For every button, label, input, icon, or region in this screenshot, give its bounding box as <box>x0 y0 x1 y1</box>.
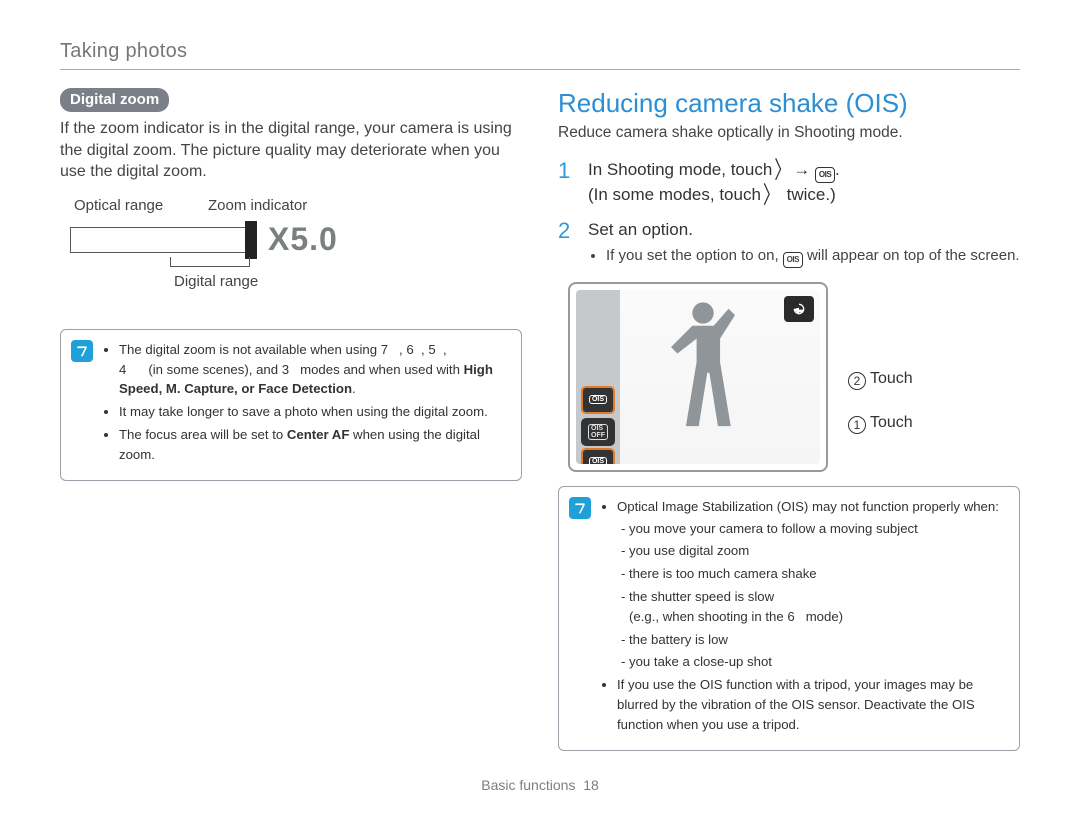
label-zoom-indicator: Zoom indicator <box>208 197 307 214</box>
step-num-1: 1 <box>558 158 576 208</box>
zoom-indicator-mark <box>245 221 257 259</box>
ois-icon-inline: OIS <box>783 252 803 268</box>
digital-zoom-pill: Digital zoom <box>60 88 169 112</box>
touch-label-1: 1Touch <box>848 414 913 434</box>
back-button[interactable] <box>784 296 814 322</box>
ois-off-option-mid[interactable]: OISOFF <box>581 418 615 446</box>
digital-range-bracket <box>170 257 250 267</box>
camera-screen: OIS OISOFF OIS <box>568 282 828 472</box>
page-footer: Basic functions 18 <box>0 777 1080 793</box>
digital-zoom-note: The digital zoom is not available when u… <box>60 329 522 481</box>
ois-on-option[interactable]: OIS <box>581 386 615 414</box>
label-digital-range: Digital range <box>174 273 258 290</box>
digital-zoom-intro: If the zoom indicator is in the digital … <box>60 118 522 183</box>
right-column: Reducing camera shake (OIS) Reduce camer… <box>558 88 1020 751</box>
ois-note: Optical Image Stabilization (OIS) may no… <box>558 486 1020 751</box>
note-item-1: The digital zoom is not available when u… <box>119 340 509 399</box>
ois-title: Reducing camera shake (OIS) <box>558 88 1020 119</box>
ois-note-tripod: If you use the OIS function with a tripo… <box>617 675 1007 734</box>
zoom-x5-label: X5.0 <box>268 221 338 258</box>
ois-intro: Reduce camera shake optically in Shootin… <box>558 123 1020 144</box>
step-2-sub: If you set the option to on, OIS will ap… <box>606 247 1020 268</box>
person-silhouette <box>648 294 758 454</box>
note-item-3: The focus area will be set to Center AF … <box>119 425 509 465</box>
ois-note-heading: Optical Image Stabilization (OIS) may no… <box>617 497 1007 672</box>
label-optical-range: Optical range <box>74 197 163 214</box>
ois-icon: OIS <box>815 167 835 183</box>
page-header: Taking photos <box>60 40 1020 70</box>
zoom-diagram: Optical range Zoom indicator Digital ran… <box>70 197 490 315</box>
ois-off-option[interactable]: OIS <box>581 448 615 464</box>
step-num-2: 2 <box>558 218 576 268</box>
step-1: 1 In Shooting mode, touch〉→ OIS. (In som… <box>558 158 1020 208</box>
touch-label-2: 2Touch <box>848 370 913 390</box>
left-column: Digital zoom If the zoom indicator is in… <box>60 88 522 751</box>
note-icon <box>71 340 93 362</box>
note-item-2: It may take longer to save a photo when … <box>119 402 509 422</box>
note-icon <box>569 497 591 519</box>
touch-labels: 2Touch 1Touch <box>848 282 913 434</box>
step-2: 2 Set an option. If you set the option t… <box>558 218 1020 268</box>
zoom-bar <box>70 227 250 253</box>
